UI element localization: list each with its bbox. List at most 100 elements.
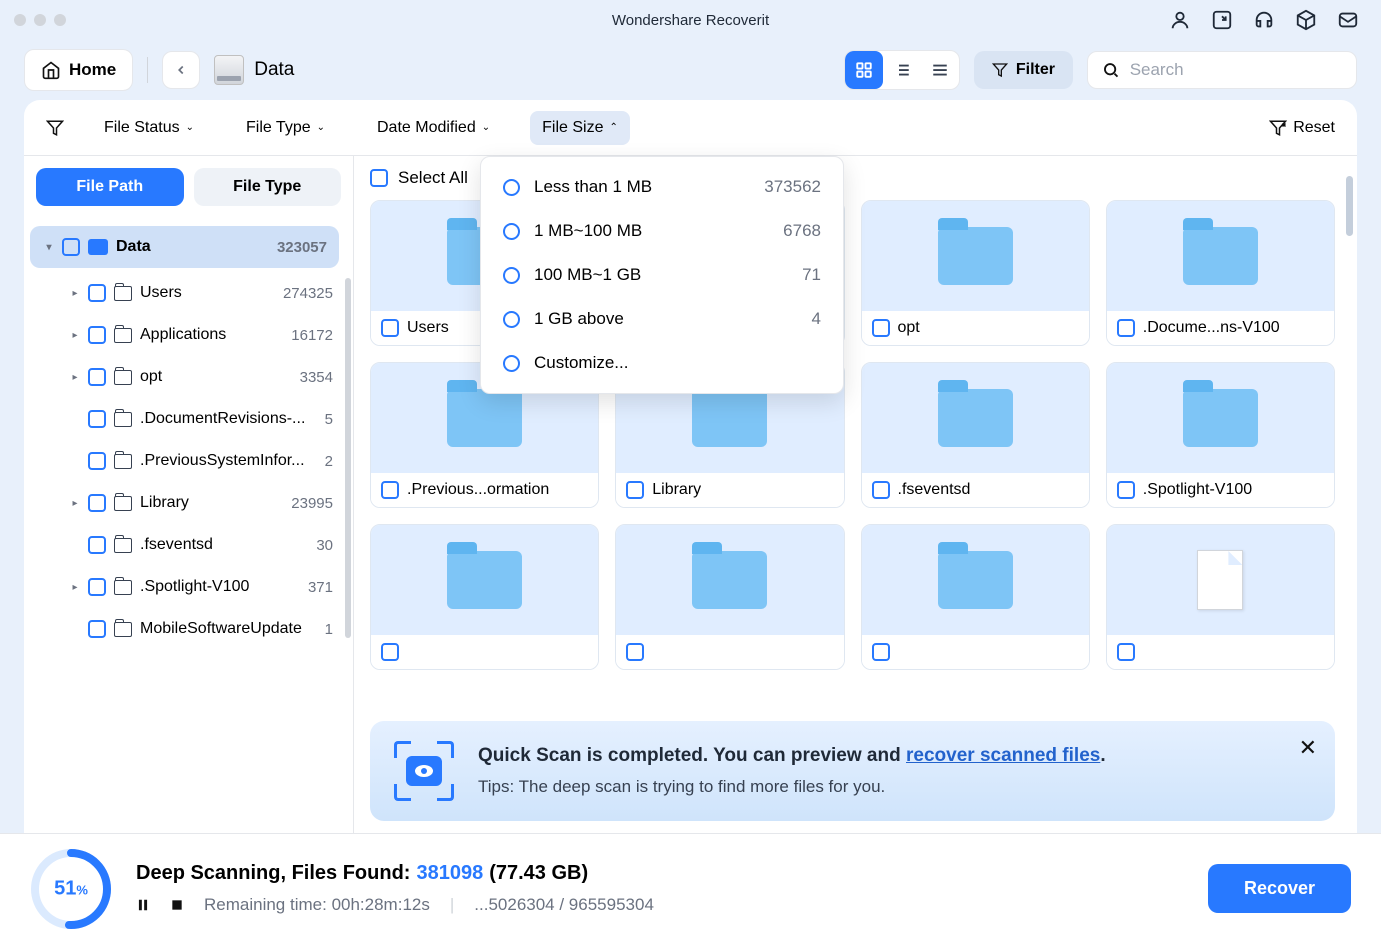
checkbox[interactable]: [626, 643, 644, 661]
tree-item[interactable]: ▸ Library 23995: [24, 482, 345, 524]
checkbox[interactable]: [88, 284, 106, 302]
radio[interactable]: [503, 223, 520, 240]
file-card[interactable]: [1106, 524, 1335, 670]
dropdown-option[interactable]: 1 MB~100 MB 6768: [481, 209, 843, 253]
file-status-filter[interactable]: File Status⌄: [92, 111, 206, 145]
minimize-window[interactable]: [34, 14, 46, 26]
mail-icon[interactable]: [1337, 9, 1359, 31]
home-button[interactable]: Home: [24, 49, 133, 91]
checkbox[interactable]: [88, 410, 106, 428]
banner-subtitle: Tips: The deep scan is trying to find mo…: [478, 777, 1311, 797]
checkbox[interactable]: [62, 238, 80, 256]
tree-item[interactable]: ▸ Users 274325: [24, 272, 345, 314]
file-card[interactable]: [615, 524, 844, 670]
radio[interactable]: [503, 311, 520, 328]
checkbox[interactable]: [1117, 319, 1135, 337]
radio[interactable]: [503, 355, 520, 372]
zoom-window[interactable]: [54, 14, 66, 26]
file-size-filter[interactable]: File Size⌃: [530, 111, 630, 145]
checkbox[interactable]: [88, 494, 106, 512]
chevron-down-icon: ⌄: [482, 122, 490, 133]
checkbox[interactable]: [88, 452, 106, 470]
dropdown-option[interactable]: Customize...: [481, 341, 843, 385]
chevron-right-icon[interactable]: ▸: [70, 582, 80, 593]
file-card[interactable]: [370, 524, 599, 670]
tree-item[interactable]: ▸ .PreviousSystemInfor... 2: [24, 440, 345, 482]
scrollbar[interactable]: [1346, 176, 1353, 236]
checkbox[interactable]: [88, 368, 106, 386]
pause-button[interactable]: [136, 898, 150, 912]
file-type-filter[interactable]: File Type⌄: [234, 111, 337, 145]
folder-icon: [114, 286, 132, 301]
dropdown-option[interactable]: 1 GB above 4: [481, 297, 843, 341]
back-button[interactable]: [162, 51, 200, 89]
tab-file-type[interactable]: File Type: [194, 168, 342, 206]
checkbox[interactable]: [370, 169, 388, 187]
card-label: .Previous...ormation: [407, 481, 549, 499]
reset-icon: [1269, 119, 1287, 137]
list-view-button[interactable]: [883, 51, 921, 89]
toolbar: Home Data Filter: [0, 40, 1381, 100]
tree-item[interactable]: ▸ .DocumentRevisions-... 5: [24, 398, 345, 440]
card-label: .fseventsd: [898, 481, 971, 499]
tree-item[interactable]: ▸ .Spotlight-V100 371: [24, 566, 345, 608]
tree-item[interactable]: ▸ opt 3354: [24, 356, 345, 398]
tree-root-data[interactable]: ▾ Data 323057: [30, 226, 339, 268]
checkbox[interactable]: [88, 620, 106, 638]
export-icon[interactable]: [1211, 9, 1233, 31]
checkbox[interactable]: [381, 481, 399, 499]
scrollbar[interactable]: [345, 278, 351, 638]
folder-icon: [114, 328, 132, 343]
checkbox[interactable]: [88, 326, 106, 344]
filter-button[interactable]: Filter: [974, 51, 1073, 89]
file-card[interactable]: .Docume...ns-V100: [1106, 200, 1335, 346]
date-modified-filter[interactable]: Date Modified⌄: [365, 111, 502, 145]
tree-item[interactable]: ▸ Applications 16172: [24, 314, 345, 356]
support-icon[interactable]: [1253, 9, 1275, 31]
tree-item[interactable]: ▸ .fseventsd 30: [24, 524, 345, 566]
checkbox[interactable]: [381, 643, 399, 661]
checkbox[interactable]: [872, 481, 890, 499]
dropdown-option[interactable]: Less than 1 MB 373562: [481, 165, 843, 209]
chevron-right-icon[interactable]: ▸: [70, 288, 80, 299]
checkbox[interactable]: [88, 578, 106, 596]
chevron-right-icon[interactable]: ▸: [70, 498, 80, 509]
chevron-down-icon[interactable]: ▾: [44, 242, 54, 253]
card-label: .Docume...ns-V100: [1143, 319, 1280, 337]
radio[interactable]: [503, 179, 520, 196]
checkbox[interactable]: [88, 536, 106, 554]
detail-view-button[interactable]: [921, 51, 959, 89]
filter-label: Filter: [1016, 61, 1055, 79]
checkbox[interactable]: [626, 481, 644, 499]
recover-button[interactable]: Recover: [1208, 864, 1351, 913]
close-window[interactable]: [14, 14, 26, 26]
folder-icon: [938, 389, 1013, 447]
tab-file-path[interactable]: File Path: [36, 168, 184, 206]
grid-view-button[interactable]: [845, 51, 883, 89]
chevron-right-icon[interactable]: ▸: [70, 372, 80, 383]
folder-icon: [1183, 389, 1258, 447]
dropdown-option[interactable]: 100 MB~1 GB 71: [481, 253, 843, 297]
banner-title: Quick Scan is completed. You can preview…: [478, 745, 1311, 767]
disk-icon: [88, 239, 108, 255]
search-box[interactable]: [1087, 51, 1357, 89]
package-icon[interactable]: [1295, 9, 1317, 31]
checkbox[interactable]: [872, 643, 890, 661]
reset-button[interactable]: Reset: [1269, 119, 1335, 137]
checkbox[interactable]: [381, 319, 399, 337]
file-card[interactable]: [861, 524, 1090, 670]
recover-files-link[interactable]: recover scanned files: [906, 745, 1100, 766]
search-input[interactable]: [1130, 60, 1342, 80]
file-card[interactable]: .fseventsd: [861, 362, 1090, 508]
tree-item[interactable]: ▸ MobileSoftwareUpdate 1: [24, 608, 345, 650]
file-card[interactable]: opt: [861, 200, 1090, 346]
checkbox[interactable]: [872, 319, 890, 337]
checkbox[interactable]: [1117, 643, 1135, 661]
close-banner-button[interactable]: ✕: [1299, 735, 1317, 761]
chevron-right-icon[interactable]: ▸: [70, 330, 80, 341]
account-icon[interactable]: [1169, 9, 1191, 31]
stop-button[interactable]: [170, 898, 184, 912]
checkbox[interactable]: [1117, 481, 1135, 499]
file-card[interactable]: .Spotlight-V100: [1106, 362, 1335, 508]
radio[interactable]: [503, 267, 520, 284]
